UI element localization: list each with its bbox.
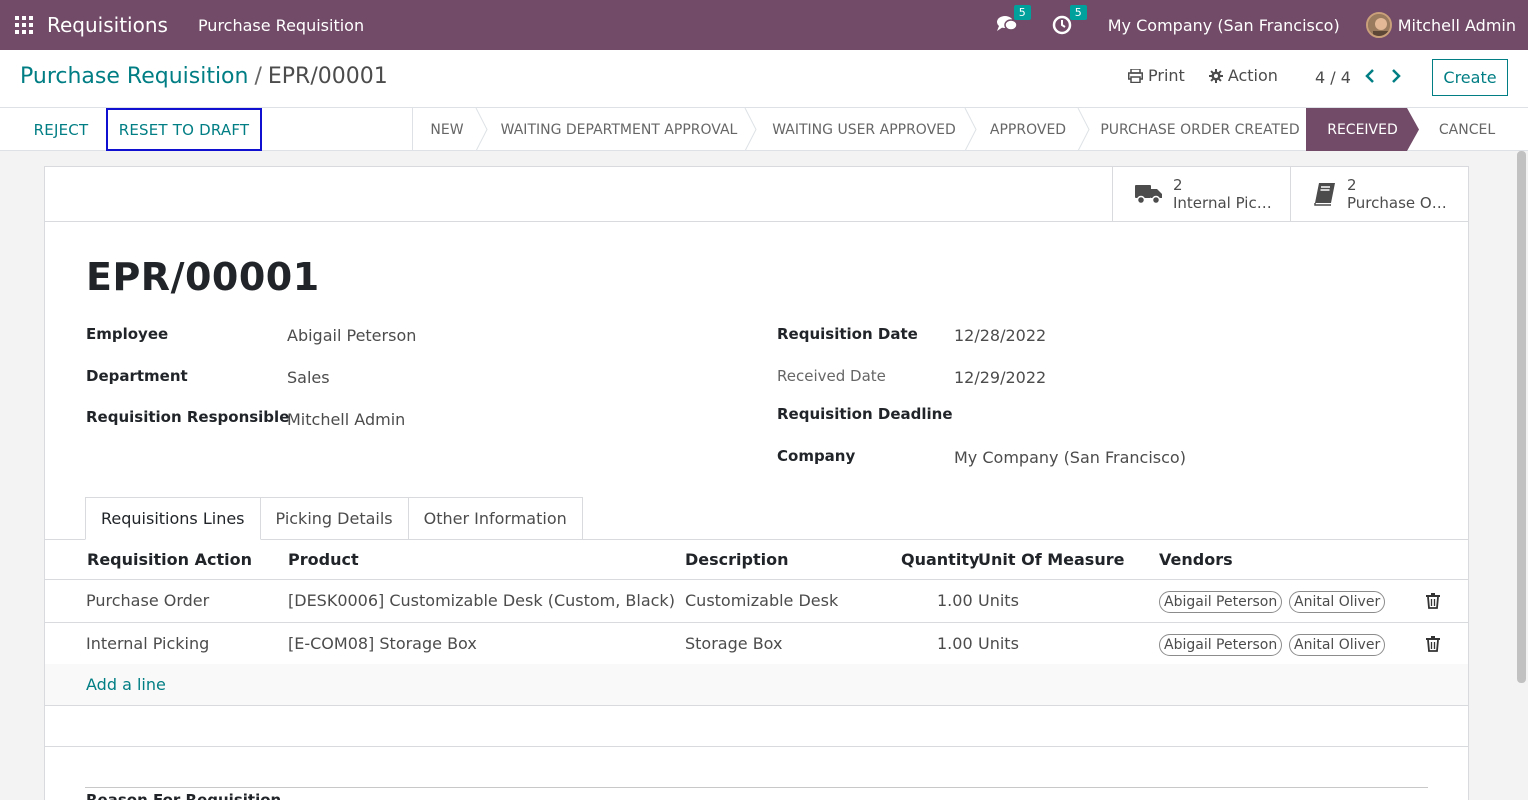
vendor-tag[interactable]: Anital Oliver xyxy=(1289,634,1386,656)
internal-pickings-label: Internal Pic… xyxy=(1173,194,1272,212)
reject-button[interactable]: REJECT xyxy=(20,108,102,151)
stage-cancel[interactable]: CANCEL xyxy=(1425,108,1509,151)
internal-pickings-count: 2 xyxy=(1173,176,1183,194)
received-date-label: Received Date xyxy=(777,367,886,385)
tab-requisitions-lines[interactable]: Requisitions Lines xyxy=(85,497,261,540)
breadcrumb-parent-link[interactable]: Purchase Requisition xyxy=(20,64,248,89)
print-icon xyxy=(1128,68,1143,83)
stage-pipeline: NEW WAITING DEPARTMENT APPROVAL WAITING … xyxy=(412,108,1495,151)
purchase-orders-smart-button[interactable]: 2 Purchase O… xyxy=(1290,167,1468,221)
truck-icon xyxy=(1135,185,1162,205)
activities-count-badge: 5 xyxy=(1069,5,1087,20)
stage-received[interactable]: RECEIVED xyxy=(1306,108,1419,151)
row-product: [E-COM08] Storage Box xyxy=(288,634,477,653)
action-label: Action xyxy=(1227,66,1278,85)
page-scrollbar[interactable] xyxy=(1517,151,1526,683)
received-date-field[interactable]: 12/29/2022 xyxy=(954,368,1046,387)
col-quantity[interactable]: Quantity xyxy=(901,550,979,569)
statusbar: REJECT RESET TO DRAFT NEW WAITING DEPART… xyxy=(0,108,1528,151)
messages-button[interactable]: 5 xyxy=(996,5,1031,35)
row-uom: Units xyxy=(978,634,1019,653)
col-unit-of-measure[interactable]: Unit Of Measure xyxy=(978,550,1124,569)
col-description[interactable]: Description xyxy=(685,550,788,569)
stage-purchase-order-created[interactable]: PURCHASE ORDER CREATED xyxy=(1091,108,1309,151)
gear-icon xyxy=(1208,68,1223,83)
breadcrumb-current: EPR/00001 xyxy=(267,64,388,89)
deadline-label: Requisition Deadline xyxy=(777,405,953,423)
notebook-tabs: Requisitions Lines Picking Details Other… xyxy=(85,497,583,540)
control-panel: Purchase Requisition / EPR/00001 Print Act… xyxy=(0,50,1528,108)
tab-other-information[interactable]: Other Information xyxy=(408,497,583,540)
chevron-right-icon xyxy=(1392,69,1401,83)
add-a-line-link[interactable]: Add a line xyxy=(86,675,166,694)
user-menu[interactable]: Mitchell Admin xyxy=(1398,16,1516,35)
pager-next-button[interactable] xyxy=(1390,68,1402,88)
vendor-tag[interactable]: Anital Oliver xyxy=(1289,591,1386,613)
row-description: Customizable Desk xyxy=(685,591,839,610)
requisition-date-label: Requisition Date xyxy=(777,325,918,343)
add-line-row xyxy=(45,664,1468,706)
row-uom: Units xyxy=(978,591,1019,610)
stage-approved[interactable]: APPROVED xyxy=(978,108,1078,151)
table-row[interactable]: Purchase Order [DESK0006] Customizable D… xyxy=(45,580,1468,623)
row-requisition-action: Purchase Order xyxy=(86,591,210,610)
activities-button[interactable]: 5 xyxy=(1052,5,1087,35)
section-divider xyxy=(45,746,1468,747)
action-button[interactable]: Action xyxy=(1208,66,1278,85)
chevron-left-icon xyxy=(1365,69,1374,83)
purchase-orders-label: Purchase O… xyxy=(1347,194,1447,212)
print-label: Print xyxy=(1148,66,1185,85)
purchase-orders-count: 2 xyxy=(1347,176,1357,194)
employee-field[interactable]: Abigail Peterson xyxy=(287,326,416,345)
vendor-tag[interactable]: Abigail Peterson xyxy=(1159,591,1283,613)
vendor-tag[interactable]: Abigail Peterson xyxy=(1159,634,1283,656)
app-name[interactable]: Requisitions xyxy=(47,13,168,37)
stage-new[interactable]: NEW xyxy=(413,108,481,151)
row-description: Storage Box xyxy=(685,634,783,653)
reason-label: Reason For Requisition xyxy=(86,791,282,800)
row-requisition-action: Internal Picking xyxy=(86,634,210,653)
col-vendors[interactable]: Vendors xyxy=(1159,550,1233,569)
pager-value[interactable]: 4 / 4 xyxy=(1315,68,1351,87)
breadcrumb-separator: / xyxy=(254,64,262,89)
menu-purchase-requisition[interactable]: Purchase Requisition xyxy=(198,16,364,35)
apps-menu-icon[interactable] xyxy=(15,16,33,34)
responsible-label: Requisition Responsible xyxy=(86,408,290,426)
row-product: [DESK0006] Customizable Desk (Custom, Bl… xyxy=(288,591,675,610)
top-navbar: Requisitions Purchase Requisition 5 5 My… xyxy=(0,0,1528,50)
print-button[interactable]: Print xyxy=(1128,66,1185,85)
department-label: Department xyxy=(86,367,188,385)
company-label: Company xyxy=(777,447,856,465)
col-product[interactable]: Product xyxy=(288,550,359,569)
create-button[interactable]: Create xyxy=(1432,59,1508,96)
reason-divider xyxy=(85,787,1428,788)
company-switcher[interactable]: My Company (San Francisco) xyxy=(1108,16,1340,35)
clock-icon xyxy=(1052,15,1071,35)
pager-previous-button[interactable] xyxy=(1364,68,1376,88)
stage-waiting-user-approved[interactable]: WAITING USER APPROVED xyxy=(758,108,970,151)
row-quantity: 1.00 xyxy=(937,591,973,610)
delete-row-trash-icon[interactable] xyxy=(1426,593,1440,609)
requisition-date-field[interactable]: 12/28/2022 xyxy=(954,326,1046,345)
lines-table-header: Requisition Action Product Description Q… xyxy=(45,540,1468,580)
messages-count-badge: 5 xyxy=(1013,5,1031,20)
employee-label: Employee xyxy=(86,325,169,343)
responsible-field[interactable]: Mitchell Admin xyxy=(287,410,405,429)
reset-to-draft-button[interactable]: RESET TO DRAFT xyxy=(106,108,262,151)
smart-button-box: 2 Internal Pic… 2 Purchase O… xyxy=(45,167,1468,222)
row-quantity: 1.00 xyxy=(937,634,973,653)
tab-picking-details[interactable]: Picking Details xyxy=(260,497,409,540)
internal-pickings-smart-button[interactable]: 2 Internal Pic… xyxy=(1112,167,1290,221)
stage-waiting-department-approval[interactable]: WAITING DEPARTMENT APPROVAL xyxy=(489,108,749,151)
department-field[interactable]: Sales xyxy=(287,368,330,387)
user-avatar[interactable] xyxy=(1365,12,1392,38)
delete-row-trash-icon[interactable] xyxy=(1426,636,1440,652)
company-field[interactable]: My Company (San Francisco) xyxy=(954,448,1186,467)
book-icon xyxy=(1314,183,1335,206)
col-requisition-action[interactable]: Requisition Action xyxy=(87,550,252,569)
breadcrumb: Purchase Requisition / EPR/00001 xyxy=(20,64,388,89)
record-title: EPR/00001 xyxy=(86,255,320,299)
table-row[interactable]: Internal Picking [E-COM08] Storage Box S… xyxy=(45,623,1468,666)
form-sheet: 2 Internal Pic… 2 Purchase O… EPR/00001 … xyxy=(44,166,1469,800)
